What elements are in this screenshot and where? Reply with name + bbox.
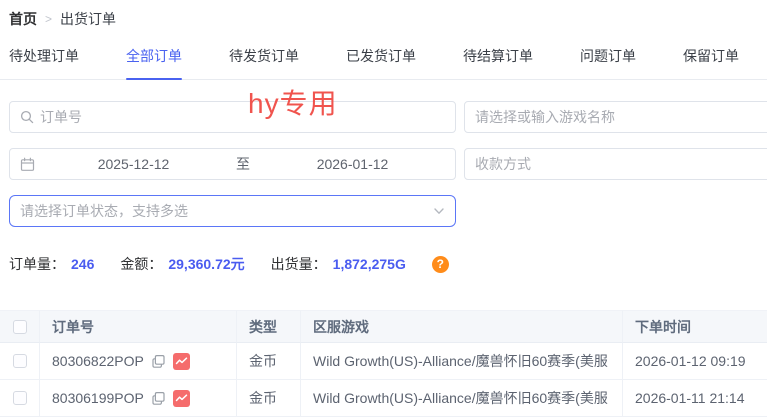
shipment-value: 1,872,275G bbox=[333, 256, 406, 272]
order-no-value: 80306822POP bbox=[52, 353, 144, 369]
chevron-down-icon bbox=[433, 205, 445, 217]
date-range-separator: 至 bbox=[232, 154, 254, 174]
order-no-value: 80306199POP bbox=[52, 390, 144, 406]
type-cell: 金币 bbox=[237, 343, 301, 380]
tab-all-orders[interactable]: 全部订单 bbox=[126, 46, 182, 79]
order-no-input[interactable] bbox=[40, 109, 445, 125]
header-type: 类型 bbox=[237, 310, 301, 343]
order-no-cell: 80306822POP bbox=[40, 343, 237, 380]
copy-icon[interactable] bbox=[151, 391, 166, 406]
payment-method-select-field[interactable] bbox=[464, 148, 767, 180]
game-name-input[interactable] bbox=[475, 109, 767, 125]
tab-shipped-orders[interactable]: 已发货订单 bbox=[346, 46, 416, 79]
row-select-cell bbox=[0, 343, 40, 380]
order-time-cell: 2026-01-12 09:19 bbox=[623, 343, 767, 380]
order-status-input[interactable] bbox=[20, 203, 427, 219]
table-row: 80306822POP 金币 Wild Growth(US)-Alliance/… bbox=[0, 343, 767, 380]
tab-to-settle-orders[interactable]: 待结算订单 bbox=[463, 46, 533, 79]
select-all-checkbox[interactable] bbox=[13, 320, 27, 334]
breadcrumb: 首页 > 出货订单 bbox=[0, 0, 767, 29]
table-row: 80306199POP 金币 Wild Growth(US)-Alliance/… bbox=[0, 380, 767, 417]
server-game-cell: Wild Growth(US)-Alliance/魔兽怀旧60赛季(美服 bbox=[301, 343, 623, 380]
calendar-icon bbox=[20, 157, 35, 172]
breadcrumb-separator-icon: > bbox=[45, 12, 52, 26]
summary-stats: 订单量： 246 金额： 29,360.72元 出货量： 1,872,275G … bbox=[9, 254, 767, 274]
tab-pending-orders[interactable]: 待处理订单 bbox=[9, 46, 79, 79]
stat-shipment: 出货量： 1,872,275G bbox=[271, 254, 406, 274]
row-checkbox[interactable] bbox=[13, 391, 27, 405]
header-server-game: 区服游戏 bbox=[301, 310, 623, 343]
date-range-picker[interactable]: 2025-12-12 至 2026-01-12 bbox=[9, 148, 456, 180]
type-cell: 金币 bbox=[237, 380, 301, 417]
price-trend-icon[interactable] bbox=[173, 353, 190, 370]
table-header-row: 订单号 类型 区服游戏 下单时间 bbox=[0, 310, 767, 343]
order-tabs: 待处理订单 全部订单 待发货订单 已发货订单 待结算订单 问题订单 保留订单 bbox=[0, 46, 767, 80]
game-name-select-field[interactable] bbox=[464, 101, 767, 133]
breadcrumb-home[interactable]: 首页 bbox=[9, 9, 37, 29]
price-trend-icon[interactable] bbox=[173, 390, 190, 407]
date-start-value[interactable]: 2025-12-12 bbox=[41, 156, 226, 172]
row-checkbox[interactable] bbox=[13, 354, 27, 368]
date-end-value[interactable]: 2026-01-12 bbox=[260, 156, 445, 172]
tab-problem-orders[interactable]: 问题订单 bbox=[580, 46, 636, 79]
order-no-cell: 80306199POP bbox=[40, 380, 237, 417]
amount-label: 金额： bbox=[120, 254, 162, 274]
amount-value: 29,360.72元 bbox=[168, 254, 244, 274]
watermark-text: hy专用 bbox=[248, 82, 338, 122]
search-icon bbox=[20, 110, 34, 124]
shipment-label: 出货量： bbox=[271, 254, 327, 274]
breadcrumb-current: 出货订单 bbox=[60, 9, 116, 29]
tab-to-ship-orders[interactable]: 待发货订单 bbox=[229, 46, 299, 79]
shipment-orders-page: 首页 > 出货订单 待处理订单 全部订单 待发货订单 已发货订单 待结算订单 问… bbox=[0, 0, 767, 401]
header-order-no: 订单号 bbox=[40, 310, 237, 343]
header-order-time: 下单时间 bbox=[623, 310, 767, 343]
server-game-cell: Wild Growth(US)-Alliance/魔兽怀旧60赛季(美服 bbox=[301, 380, 623, 417]
order-count-value: 246 bbox=[71, 256, 94, 272]
payment-method-input[interactable] bbox=[475, 156, 767, 172]
stat-amount: 金额： 29,360.72元 bbox=[120, 254, 244, 274]
filter-panel: 2025-12-12 至 2026-01-12 hy专用 bbox=[9, 101, 767, 227]
order-status-multiselect[interactable] bbox=[9, 195, 456, 227]
row-select-cell bbox=[0, 380, 40, 417]
tab-held-orders[interactable]: 保留订单 bbox=[683, 46, 739, 79]
table-body: 80306822POP 金币 Wild Growth(US)-Alliance/… bbox=[0, 343, 767, 417]
help-question-icon[interactable]: ? bbox=[432, 256, 449, 273]
header-select-all-cell bbox=[0, 310, 40, 343]
order-time-cell: 2026-01-11 21:14 bbox=[623, 380, 767, 417]
order-count-label: 订单量： bbox=[9, 254, 65, 274]
order-no-search-field[interactable] bbox=[9, 101, 456, 133]
stat-order-count: 订单量： 246 bbox=[9, 254, 94, 274]
copy-icon[interactable] bbox=[151, 354, 166, 369]
